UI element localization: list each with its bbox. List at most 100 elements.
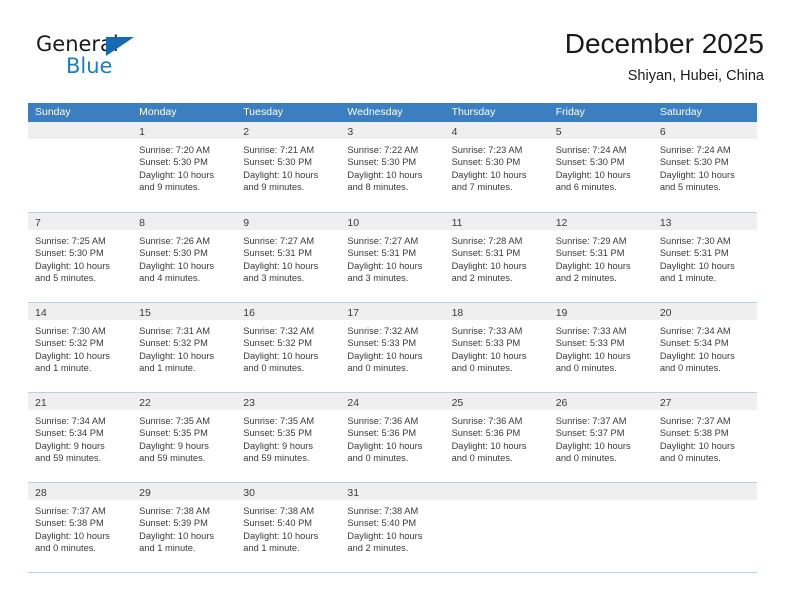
calendar-day-cell[interactable]: 8 Sunrise: 7:26 AM Sunset: 5:30 PM Daylight… (132, 213, 237, 302)
calendar-day-cell[interactable]: 5 Sunrise: 7:24 AM Sunset: 5:30 PM Daylight… (548, 122, 653, 212)
day-detail-line: and 1 minute. (139, 542, 196, 553)
calendar-week-row: 14 Sunrise: 7:30 AM Sunset: 5:32 PM Dayligh… (28, 302, 757, 392)
day-number-band: 27 (652, 393, 757, 410)
calendar-day-cell[interactable]: 19 Sunrise: 7:33 AM Sunset: 5:33 PM Dayligh… (548, 303, 653, 392)
day-detail-line: Daylight: 10 hours (555, 169, 631, 180)
day-details: Sunrise: 7:32 AM Sunset: 5:33 PM Daylight:… (340, 320, 444, 374)
day-number: 14 (35, 307, 47, 319)
calendar-day-cell[interactable]: 25 Sunrise: 7:36 AM Sunset: 5:36 PM Dayligh… (444, 393, 549, 482)
day-number: 8 (139, 217, 145, 229)
day-detail-line: Daylight: 10 hours (347, 530, 423, 541)
day-details: Sunrise: 7:38 AM Sunset: 5:40 PM Daylight:… (236, 500, 340, 554)
day-detail-line: Daylight: 10 hours (139, 530, 215, 541)
calendar-day-cell[interactable]: 17 Sunrise: 7:32 AM Sunset: 5:33 PM Dayligh… (340, 303, 445, 392)
day-detail-line: Sunset: 5:32 PM (139, 338, 208, 349)
calendar-day-cell[interactable]: 9 Sunrise: 7:27 AM Sunset: 5:31 PM Daylight… (236, 213, 341, 302)
calendar-day-cell[interactable]: 1 Sunrise: 7:20 AM Sunset: 5:30 PM Daylight… (132, 122, 237, 212)
day-details: Sunrise: 7:34 AM Sunset: 5:34 PM Daylight:… (28, 410, 132, 464)
day-detail-line: Sunset: 5:31 PM (451, 248, 521, 259)
day-detail-line: Daylight: 10 hours (35, 350, 110, 361)
day-detail-line: and 0 minutes. (555, 362, 617, 373)
day-detail-line: and 0 minutes. (451, 362, 513, 373)
brand-logo[interactable]: General Blue (36, 32, 156, 86)
day-detail-line: Sunrise: 7:20 AM (139, 145, 210, 155)
calendar-day-cell[interactable]: 6 Sunrise: 7:24 AM Sunset: 5:30 PM Daylight… (652, 122, 757, 212)
day-detail-line: Sunset: 5:31 PM (243, 248, 313, 259)
day-detail-line: Sunset: 5:38 PM (659, 428, 729, 439)
day-number-band: 18 (444, 303, 549, 320)
day-details: Sunrise: 7:29 AM Sunset: 5:31 PM Daylight:… (549, 230, 653, 284)
day-detail-line: Sunrise: 7:37 AM (35, 506, 106, 516)
day-detail-line: Sunrise: 7:28 AM (451, 236, 523, 246)
brand-name-blue: Blue (66, 54, 113, 78)
calendar-day-cell[interactable]: 30 Sunrise: 7:38 AM Sunset: 5:40 PM Dayligh… (236, 483, 341, 572)
calendar-day-cell[interactable]: 13 Sunrise: 7:30 AM Sunset: 5:31 PM Dayligh… (652, 213, 757, 302)
day-detail-line: Sunrise: 7:21 AM (243, 145, 315, 155)
day-number: 17 (347, 307, 360, 319)
day-detail-line: Sunset: 5:30 PM (659, 157, 729, 168)
day-number-band: 13 (652, 213, 757, 230)
day-detail-line: Sunrise: 7:30 AM (659, 236, 731, 246)
day-detail-line: and 3 minutes. (347, 272, 409, 283)
day-number-band: 1 (132, 122, 237, 139)
day-detail-line: Sunrise: 7:22 AM (347, 145, 419, 155)
day-number: 20 (659, 307, 672, 319)
calendar-day-cell[interactable]: 31 Sunrise: 7:38 AM Sunset: 5:40 PM Dayligh… (340, 483, 445, 572)
day-details: Sunrise: 7:27 AM Sunset: 5:31 PM Daylight:… (340, 230, 444, 284)
day-detail-line: Sunrise: 7:38 AM (243, 506, 315, 516)
day-detail-line: Daylight: 10 hours (347, 169, 423, 180)
day-detail-line: Daylight: 10 hours (451, 350, 527, 361)
calendar-day-cell[interactable]: 20 Sunrise: 7:34 AM Sunset: 5:34 PM Dayligh… (652, 303, 757, 392)
calendar-day-cell[interactable]: 12 Sunrise: 7:29 AM Sunset: 5:31 PM Dayligh… (548, 213, 653, 302)
day-detail-line: Daylight: 10 hours (243, 260, 319, 271)
calendar-day-cell[interactable]: 7 Sunrise: 7:25 AM Sunset: 5:30 PM Daylight… (28, 213, 133, 302)
calendar-day-cell[interactable]: 27 Sunrise: 7:37 AM Sunset: 5:38 PM Dayligh… (652, 393, 757, 482)
calendar-day-cell[interactable]: 21 Sunrise: 7:34 AM Sunset: 5:34 PM Dayligh… (28, 393, 133, 482)
day-details: Sunrise: 7:35 AM Sunset: 5:35 PM Daylight:… (132, 410, 236, 464)
calendar-day-cell[interactable]: 28 Sunrise: 7:37 AM Sunset: 5:38 PM Dayligh… (28, 483, 133, 572)
calendar-day-cell[interactable]: 23 Sunrise: 7:35 AM Sunset: 5:35 PM Dayligh… (236, 393, 341, 482)
day-number: 19 (555, 307, 568, 319)
day-detail-line: and 4 minutes. (139, 272, 201, 283)
day-detail-line: Sunset: 5:33 PM (451, 338, 521, 349)
day-number-band: 22 (132, 393, 237, 410)
day-detail-line: Daylight: 10 hours (347, 440, 423, 451)
calendar-day-cell[interactable]: 11 Sunrise: 7:28 AM Sunset: 5:31 PM Dayligh… (444, 213, 549, 302)
calendar-day-cell[interactable]: 29 Sunrise: 7:38 AM Sunset: 5:39 PM Dayligh… (132, 483, 237, 572)
day-detail-line: Sunrise: 7:25 AM (35, 236, 106, 246)
calendar-day-cell[interactable]: 22 Sunrise: 7:35 AM Sunset: 5:35 PM Dayligh… (132, 393, 237, 482)
calendar-day-cell[interactable]: 14 Sunrise: 7:30 AM Sunset: 5:32 PM Dayligh… (28, 303, 133, 392)
page-title: December 2025 (564, 28, 764, 59)
day-detail-line: Sunrise: 7:27 AM (243, 236, 315, 246)
calendar-day-cell[interactable]: 16 Sunrise: 7:32 AM Sunset: 5:32 PM Dayligh… (236, 303, 341, 392)
calendar-day-cell[interactable]: 4 Sunrise: 7:23 AM Sunset: 5:30 PM Daylight… (444, 122, 549, 212)
day-detail-line: Sunset: 5:34 PM (659, 338, 729, 349)
day-details (549, 500, 653, 505)
day-detail-line: Daylight: 9 hours (35, 440, 105, 451)
calendar-day-cell[interactable]: 15 Sunrise: 7:31 AM Sunset: 5:32 PM Dayligh… (132, 303, 237, 392)
calendar-day-cell[interactable]: 10 Sunrise: 7:27 AM Sunset: 5:31 PM Dayligh… (340, 213, 445, 302)
page-header: General Blue December 2025 Shiyan, Hubei… (28, 26, 764, 98)
calendar-day-cell[interactable]: 18 Sunrise: 7:33 AM Sunset: 5:33 PM Dayligh… (444, 303, 549, 392)
day-detail-line: Sunset: 5:40 PM (347, 518, 417, 529)
calendar-day-cell-empty (548, 483, 653, 572)
day-detail-line: Daylight: 9 hours (243, 440, 314, 451)
day-number-band (28, 122, 133, 139)
day-details (653, 500, 757, 505)
day-detail-line: Sunset: 5:30 PM (139, 157, 208, 168)
day-details: Sunrise: 7:30 AM Sunset: 5:31 PM Daylight:… (653, 230, 757, 284)
calendar-day-cell[interactable]: 3 Sunrise: 7:22 AM Sunset: 5:30 PM Daylight… (340, 122, 445, 212)
weekday-header-monday: Monday (139, 106, 177, 118)
day-details: Sunrise: 7:38 AM Sunset: 5:39 PM Daylight:… (132, 500, 236, 554)
day-details: Sunrise: 7:24 AM Sunset: 5:30 PM Daylight:… (653, 139, 757, 193)
day-number-band: 14 (28, 303, 133, 320)
day-detail-line: Sunset: 5:37 PM (555, 428, 625, 439)
day-detail-line: and 1 minute. (659, 272, 717, 283)
day-detail-line: Sunrise: 7:24 AM (555, 145, 627, 155)
calendar-day-cell[interactable]: 26 Sunrise: 7:37 AM Sunset: 5:37 PM Dayligh… (548, 393, 653, 482)
calendar-day-cell[interactable]: 24 Sunrise: 7:36 AM Sunset: 5:36 PM Dayligh… (340, 393, 445, 482)
day-details: Sunrise: 7:36 AM Sunset: 5:36 PM Daylight:… (340, 410, 444, 464)
day-number: 29 (139, 487, 151, 499)
calendar-day-cell[interactable]: 2 Sunrise: 7:21 AM Sunset: 5:30 PM Daylight… (236, 122, 341, 212)
day-number: 16 (243, 307, 255, 319)
